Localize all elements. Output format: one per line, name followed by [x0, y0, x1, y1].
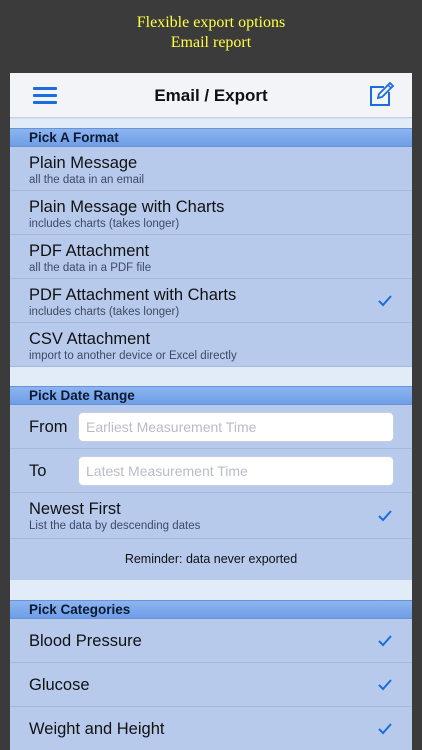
option-subtitle: List the data by descending dates	[29, 520, 201, 532]
promo-banner: Flexible export options Email report	[0, 0, 422, 72]
option-title: CSV Attachment	[29, 330, 151, 348]
to-date-input[interactable]	[78, 456, 394, 486]
format-option-csv-attachment[interactable]: CSV Attachment import to another device …	[10, 323, 412, 367]
format-option-pdf-attachment-charts[interactable]: PDF Attachment with Charts includes char…	[10, 279, 412, 323]
to-row: To	[10, 449, 412, 493]
spacer	[10, 367, 412, 386]
category-title: Weight and Height	[29, 720, 165, 738]
compose-icon[interactable]	[368, 82, 394, 108]
category-weight-height[interactable]: Weight and Height	[10, 707, 412, 750]
option-title: Plain Message	[29, 154, 138, 172]
navigation-bar: Email / Export	[10, 73, 412, 118]
to-label: To	[29, 462, 47, 480]
page-title: Email / Export	[154, 86, 268, 105]
option-title: Newest First	[29, 500, 121, 518]
newest-first-option[interactable]: Newest First List the data by descending…	[10, 493, 412, 539]
format-option-plain-message-charts[interactable]: Plain Message with Charts includes chart…	[10, 191, 412, 235]
banner-line-1: Flexible export options	[136, 14, 286, 31]
option-subtitle: import to another device or Excel direct…	[29, 350, 237, 362]
from-row: From	[10, 405, 412, 449]
section-header-format: Pick A Format	[10, 128, 412, 147]
from-label: From	[29, 418, 68, 436]
reminder-text: Reminder: data never exported	[124, 552, 298, 566]
format-option-pdf-attachment[interactable]: PDF Attachment all the data in a PDF fil…	[10, 235, 412, 279]
option-subtitle: all the data in a PDF file	[29, 262, 152, 274]
category-blood-pressure[interactable]: Blood Pressure	[10, 619, 412, 663]
option-subtitle: includes charts (takes longer)	[29, 218, 180, 230]
option-title: Plain Message with Charts	[29, 198, 225, 216]
banner-line-2: Email report	[170, 34, 252, 51]
spacer	[10, 580, 412, 600]
checkmark-icon	[378, 723, 392, 735]
category-title: Blood Pressure	[29, 632, 142, 650]
option-title: PDF Attachment	[29, 242, 150, 260]
option-subtitle: all the data in an email	[29, 174, 145, 186]
from-date-input[interactable]	[78, 412, 394, 442]
reminder-row: Reminder: data never exported	[10, 539, 412, 580]
app-screen: Email / Export Pick A Format Plain Messa…	[10, 73, 412, 750]
spacer	[10, 119, 412, 128]
checkmark-icon	[378, 295, 392, 307]
format-option-plain-message[interactable]: Plain Message all the data in an email	[10, 147, 412, 191]
checkmark-icon	[378, 635, 392, 647]
section-header-categories: Pick Categories	[10, 600, 412, 619]
checkmark-icon	[378, 679, 392, 691]
option-title: PDF Attachment with Charts	[29, 286, 237, 304]
category-title: Glucose	[29, 676, 90, 694]
option-subtitle: includes charts (takes longer)	[29, 306, 180, 318]
category-glucose[interactable]: Glucose	[10, 663, 412, 707]
checkmark-icon	[378, 510, 392, 522]
section-header-date-range: Pick Date Range	[10, 386, 412, 405]
